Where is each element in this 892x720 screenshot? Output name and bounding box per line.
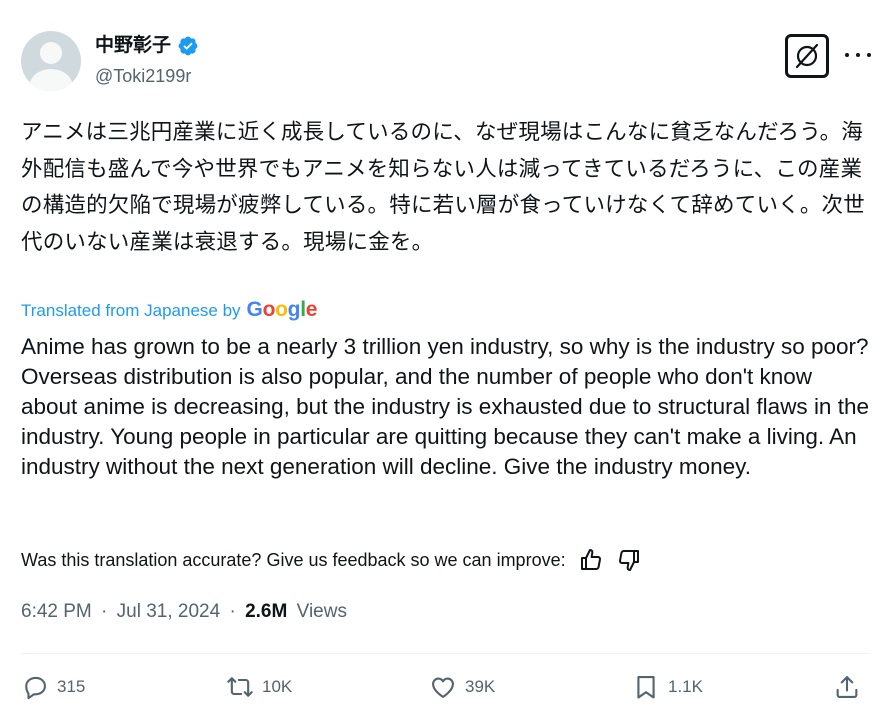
author-handle[interactable]: @Toki2199r — [95, 64, 191, 88]
reply-button[interactable]: 315 — [21, 673, 85, 701]
like-button[interactable]: 39K — [429, 673, 495, 701]
avatar[interactable] — [21, 31, 81, 91]
bookmark-icon — [637, 676, 655, 699]
actions-divider — [21, 653, 871, 654]
more-options-button[interactable] — [845, 44, 871, 66]
more-dot — [856, 53, 860, 57]
author-display-name[interactable]: 中野彰子 — [95, 34, 171, 58]
meta-separator: · — [229, 601, 236, 622]
views-count: 2.6M — [245, 601, 288, 622]
post-actions-bar: 315 10K 39K 1.1K — [21, 673, 871, 705]
reply-icon — [25, 676, 46, 700]
meta-separator: · — [101, 601, 108, 622]
post-translated-text: Anime has grown to be a nearly 3 trillio… — [21, 334, 869, 479]
more-dot — [845, 53, 849, 57]
avatar-head-shape — [40, 42, 62, 64]
repost-icon — [227, 677, 253, 697]
bookmark-button[interactable]: 1.1K — [632, 673, 703, 701]
post-meta: 6:42 PM · Jul 31, 2024 · 2.6M Views — [21, 598, 347, 626]
repost-count: 10K — [262, 677, 293, 696]
translation-attribution: Translated from Japanese by Google — [21, 298, 317, 322]
share-icon — [836, 676, 858, 698]
repost-button[interactable]: 10K — [226, 673, 292, 701]
google-logo: Google — [246, 298, 318, 321]
like-count: 39K — [465, 677, 496, 696]
translation-feedback: Was this translation accurate? Give us f… — [21, 547, 642, 573]
views-label: Views — [296, 601, 347, 622]
grok-button[interactable] — [785, 34, 829, 78]
author-name-row: 中野彰子 — [95, 34, 199, 58]
more-dot — [867, 53, 871, 57]
translated-label[interactable]: Translated from Japanese by — [21, 301, 241, 321]
post-original-text: アニメは三兆円産業に近く成長しているのに、なぜ現場はこんなに貧乏なんだろう。海外… — [21, 120, 865, 255]
bookmark-count: 1.1K — [668, 677, 703, 696]
thumbs-up-icon[interactable] — [578, 547, 604, 573]
thumbs-down-icon[interactable] — [616, 547, 642, 573]
post-time[interactable]: 6:42 PM — [21, 601, 92, 622]
reply-count: 315 — [57, 677, 86, 696]
feedback-prompt: Was this translation accurate? Give us f… — [21, 549, 566, 570]
share-button[interactable] — [833, 673, 861, 701]
verified-badge-icon[interactable] — [177, 35, 199, 57]
avatar-body-shape — [29, 69, 73, 91]
heart-icon — [432, 677, 454, 698]
post-date[interactable]: Jul 31, 2024 — [117, 601, 221, 622]
grok-icon — [795, 43, 819, 69]
